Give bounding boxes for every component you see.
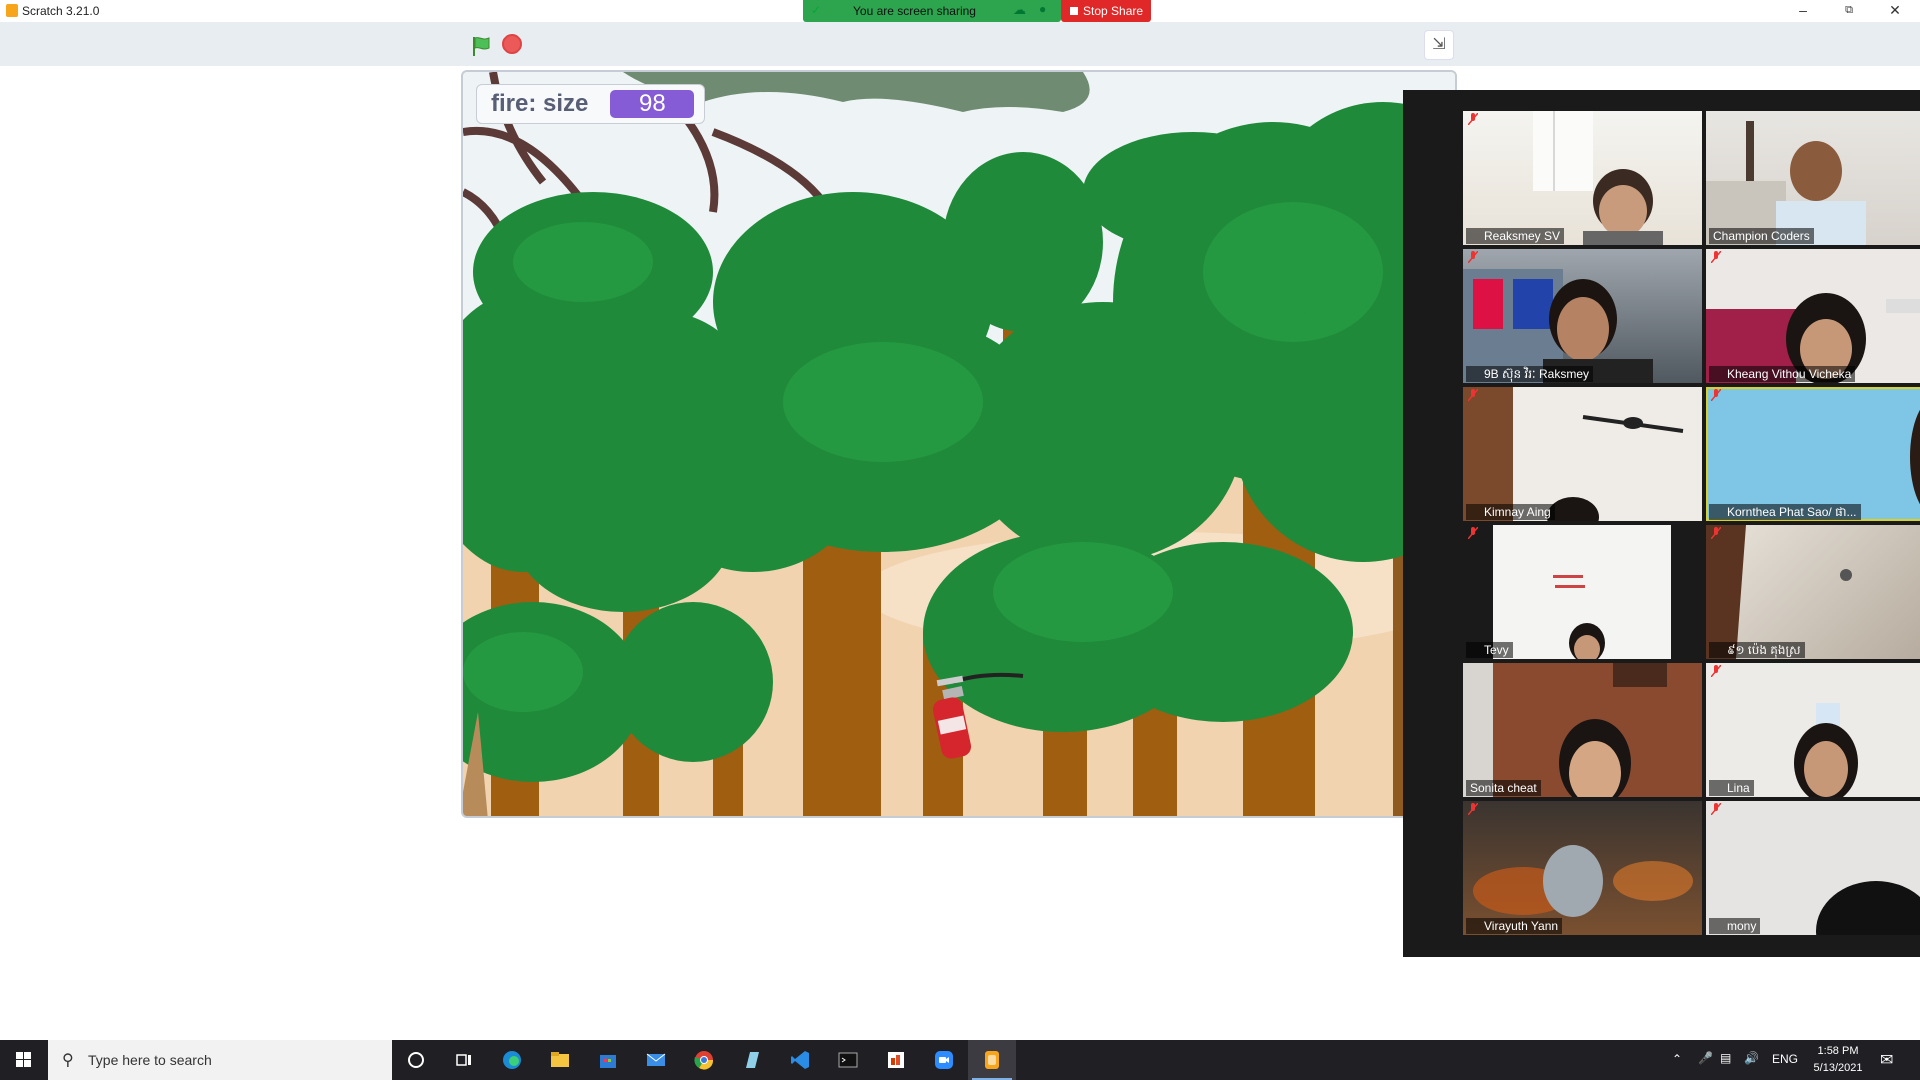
participant-name: Kornthea Phat Sao/ ផា...	[1709, 504, 1861, 520]
participant-tile-active-speaker[interactable]: Kornthea Phat Sao/ ផា...	[1706, 387, 1920, 521]
participant-tile[interactable]: Champion Coders	[1706, 111, 1920, 245]
microsoft-store-icon[interactable]	[584, 1040, 632, 1080]
office-icon[interactable]	[872, 1040, 920, 1080]
participant-name: Sonita cheat	[1466, 780, 1541, 796]
edge-icon[interactable]	[488, 1040, 536, 1080]
participant-tile[interactable]: Kheang Vithou Vicheka	[1706, 249, 1920, 383]
file-explorer-icon[interactable]	[536, 1040, 584, 1080]
cortana-icon[interactable]	[392, 1040, 440, 1080]
muted-mic-icon	[1468, 527, 1478, 539]
shield-icon: ●	[1039, 2, 1047, 16]
participant-name: Champion Coders	[1709, 228, 1814, 244]
participant-video	[1910, 409, 1920, 505]
search-placeholder: Type here to search	[88, 1052, 212, 1068]
participant-video	[1463, 269, 1653, 383]
stop-share-button[interactable]: Stop Share	[1061, 0, 1151, 22]
muted-mic-icon	[1468, 389, 1478, 401]
volume-icon[interactable]: 🔊	[1744, 1051, 1759, 1080]
clock-time: 1:58 PM	[1817, 1045, 1859, 1057]
restore-icon[interactable]: ⧉	[1826, 0, 1872, 22]
participant-name: Reaksmey SV	[1466, 228, 1565, 244]
muted-mic-icon	[1711, 803, 1721, 815]
participant-name: ៩១ ប៉េង គុងស្រ	[1709, 642, 1805, 658]
chevron-up-icon[interactable]: ⌃	[1672, 1052, 1682, 1080]
screen-sharing-text: You are screen sharing	[853, 4, 976, 18]
scratch-app-icon	[6, 4, 18, 17]
participant-name: Lina	[1709, 780, 1754, 796]
stop-square-icon	[1070, 7, 1078, 15]
scratch-taskbar-icon[interactable]	[968, 1040, 1016, 1080]
cloud-icon: ☁	[1013, 2, 1026, 17]
muted-mic-icon	[1468, 803, 1478, 815]
variable-monitor[interactable]: fire: size 98	[476, 84, 706, 124]
stop-sign-icon[interactable]	[502, 34, 522, 54]
participant-video	[1463, 663, 1667, 797]
muted-mic-icon	[1468, 251, 1478, 263]
participant-name: Virayuth Yann	[1466, 918, 1563, 934]
chrome-icon[interactable]	[680, 1040, 728, 1080]
participant-video	[1706, 293, 1920, 383]
participant-video	[1706, 121, 1866, 245]
participant-tile[interactable]: Kimnay Aing	[1463, 387, 1702, 521]
share-status-icon: ✓	[811, 3, 822, 17]
participant-name: 9B ស៊ុន វិរៈ Raksmey	[1466, 366, 1594, 382]
windows-start-button[interactable]	[0, 1040, 48, 1080]
muted-mic-icon	[1711, 527, 1721, 539]
green-flag-icon[interactable]	[470, 35, 492, 57]
clock-date: 5/13/2021	[1813, 1062, 1863, 1074]
search-icon: ⚲	[62, 1052, 74, 1069]
language-indicator[interactable]: ENG	[1772, 1052, 1798, 1080]
taskbar-clock[interactable]: 1:58 PM 5/13/2021	[1806, 1043, 1870, 1077]
participant-video	[1533, 111, 1663, 245]
exit-fullscreen-icon[interactable]: ⇲	[1424, 30, 1454, 60]
taskbar-search-box[interactable]: ⚲ Type here to search	[48, 1040, 392, 1080]
window-title: Scratch 3.21.0	[22, 4, 100, 18]
participant-video	[1816, 881, 1920, 935]
muted-mic-icon	[1711, 665, 1721, 677]
scratch-stage-header	[0, 22, 1920, 66]
vscode-icon[interactable]	[776, 1040, 824, 1080]
participant-tile[interactable]: mony	[1706, 801, 1920, 935]
participant-tile[interactable]: ៩១ ប៉េង គុងស្រ	[1706, 525, 1920, 659]
windows-taskbar: ⚲ Type here to search ⌃ 🎤 ▤ 🔊 ENG 1:58 P…	[0, 1040, 1920, 1080]
participant-tile[interactable]: 9B ស៊ុន វិរៈ Raksmey	[1463, 249, 1702, 383]
close-icon[interactable]: ✕	[1872, 0, 1918, 22]
monitor-value: 98	[610, 90, 695, 118]
fire-extinguisher-sprite[interactable]	[923, 672, 1033, 772]
muted-mic-icon	[1468, 113, 1478, 125]
network-icon[interactable]: ▤	[1720, 1051, 1731, 1080]
zoom-gallery-panel: Reaksmey SV Champion Coders 9B ស៊ុន វិរៈ…	[1403, 90, 1920, 957]
participant-name: Kimnay Aing	[1466, 504, 1555, 520]
minimize-icon[interactable]: –	[1780, 0, 1826, 22]
scratch-stage[interactable]: fire: size 98	[461, 70, 1457, 818]
participant-tile[interactable]: Virayuth Yann	[1463, 801, 1702, 935]
participant-video	[1706, 525, 1852, 659]
participant-name: Tevy	[1466, 642, 1513, 658]
microphone-icon[interactable]: 🎤	[1698, 1051, 1713, 1080]
participant-video	[1463, 387, 1684, 521]
windows-logo-icon	[16, 1052, 31, 1067]
terminal-icon[interactable]	[824, 1040, 872, 1080]
participant-video	[1794, 703, 1858, 797]
participant-name: Kheang Vithou Vicheka	[1709, 366, 1856, 382]
task-view-icon[interactable]	[440, 1040, 488, 1080]
stop-share-label: Stop Share	[1083, 4, 1144, 18]
notepad-icon[interactable]	[728, 1040, 776, 1080]
screen-sharing-banner[interactable]: ✓ You are screen sharing ☁ ●	[803, 0, 1061, 22]
participant-tile[interactable]: Sonita cheat	[1463, 663, 1702, 797]
participant-video	[1473, 845, 1693, 917]
muted-mic-icon	[1711, 251, 1721, 263]
mail-icon[interactable]	[632, 1040, 680, 1080]
notifications-icon[interactable]: ✉	[1880, 1050, 1893, 1080]
participant-name: mony	[1709, 918, 1761, 934]
participant-tile[interactable]: Reaksmey SV	[1463, 111, 1702, 245]
zoom-icon[interactable]	[920, 1040, 968, 1080]
monitor-label: fire: size	[491, 90, 589, 117]
participant-tile[interactable]: Lina	[1706, 663, 1920, 797]
participant-video	[1493, 525, 1671, 659]
participant-tile[interactable]: Tevy	[1463, 525, 1702, 659]
muted-mic-icon	[1711, 389, 1721, 401]
